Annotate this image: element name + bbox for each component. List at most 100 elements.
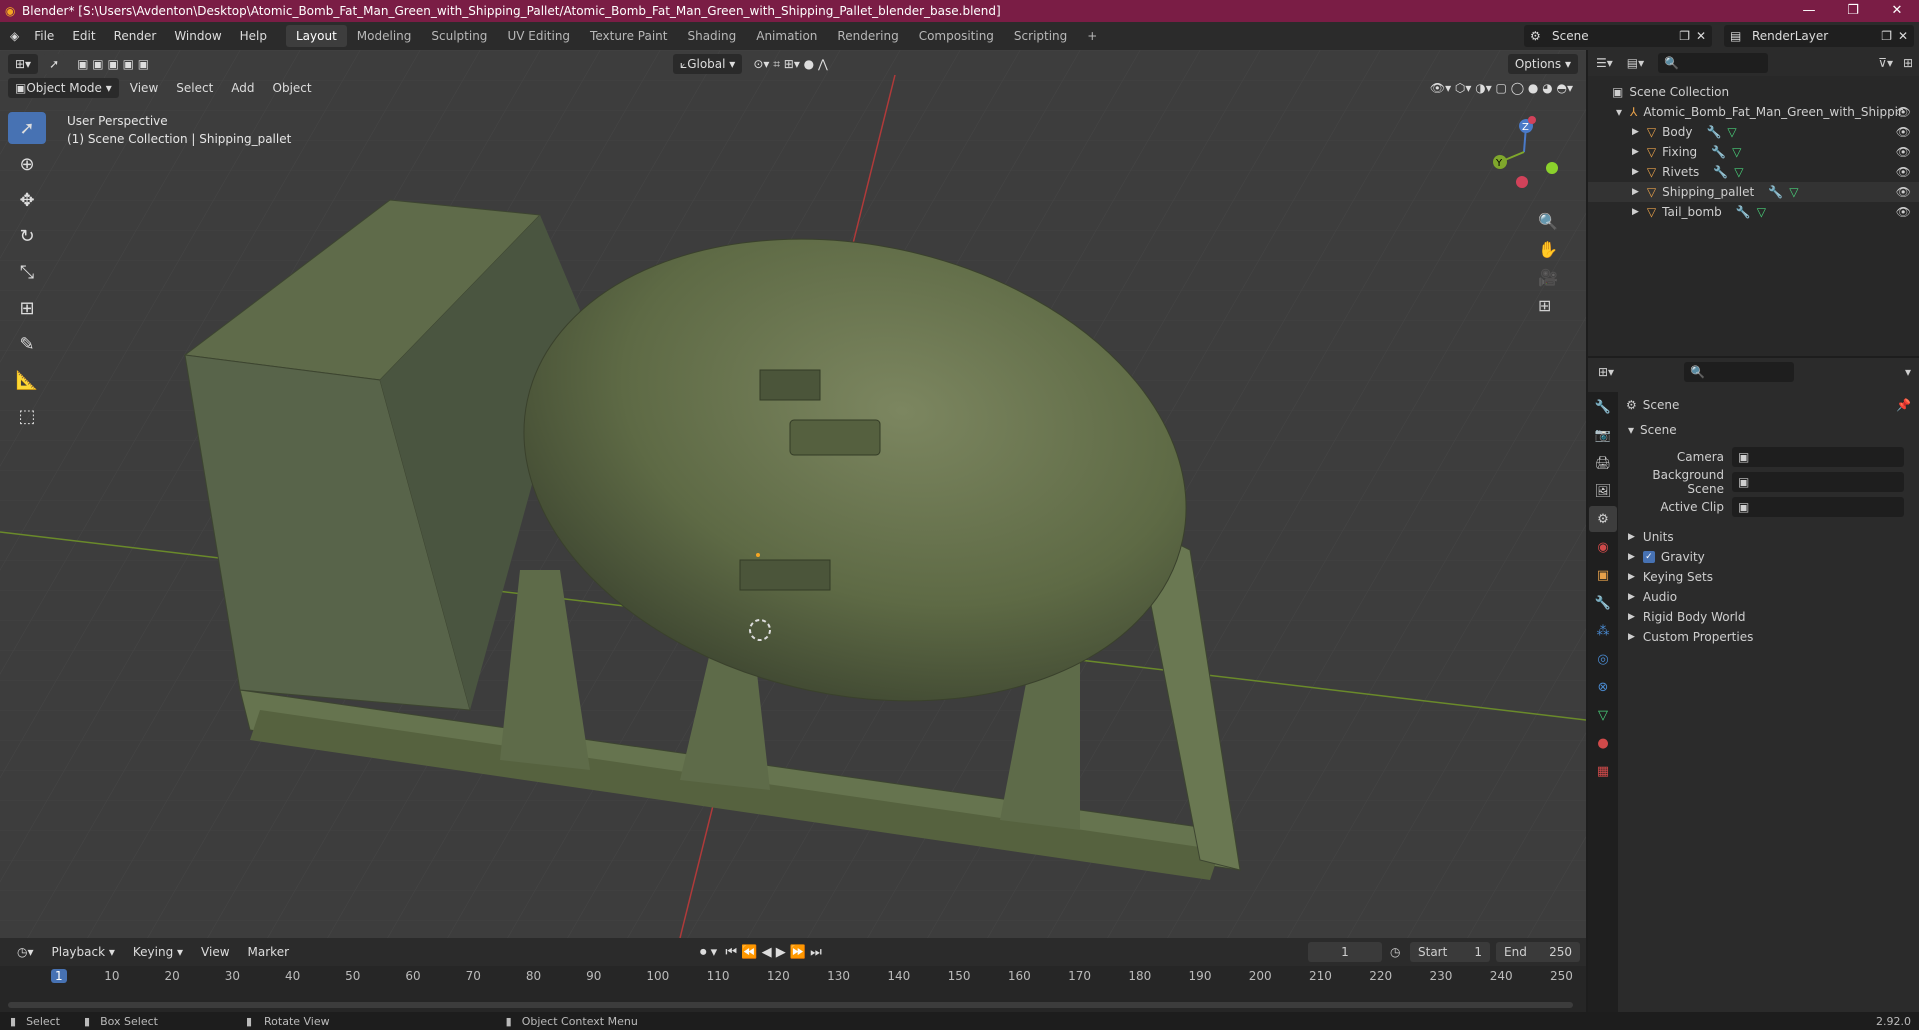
menu-window[interactable]: Window [165,29,230,43]
select-tool-button[interactable]: ➚ [42,54,67,74]
tab-rendering[interactable]: Rendering [827,25,908,47]
tab-scripting[interactable]: Scripting [1004,25,1077,47]
transform-tool-icon[interactable]: ⊞ [8,292,46,324]
start-frame-field[interactable]: Start 1 [1410,942,1490,962]
expand-arrow-icon[interactable]: ▾ [1616,105,1622,119]
annotate-tool-icon[interactable]: ✎ [8,328,46,360]
properties-section-header[interactable]: ▶ Audio [1622,587,1919,607]
outliner-object-row[interactable]: ▶ ▽ Body 🔧 ▽ 👁 [1588,122,1919,142]
viewport-menu-view[interactable]: View [123,78,165,98]
properties-section-header[interactable]: ▶ Custom Properties [1622,627,1919,647]
outliner-object-row[interactable]: ▶ ▽ Shipping_pallet 🔧 ▽ 👁 [1588,182,1919,202]
3d-viewport[interactable]: ⊞▾ ➚ ▣ ▣ ▣ ▣ ▣ ⟀ Global ▾ ⊙▾ ⌗ ⊞▾ ● ⋀ Op… [0,50,1586,938]
field-input[interactable]: ▣ [1732,497,1904,517]
tab-uv-editing[interactable]: UV Editing [497,25,580,47]
gizmo-x[interactable] [1528,116,1536,124]
output-tab-icon[interactable]: 🖨 [1589,450,1617,476]
tab-modeling[interactable]: Modeling [347,25,422,47]
close-button[interactable]: ✕ [1875,0,1919,22]
expand-arrow-icon[interactable]: ▶ [1632,127,1639,137]
menu-help[interactable]: Help [231,29,276,43]
transform-orientation-dropdown[interactable]: ⟀ Global ▾ [673,54,743,74]
material-tab-icon[interactable]: ● [1589,730,1617,756]
expand-arrow-icon[interactable]: ▶ [1632,187,1639,197]
visibility-eye-icon[interactable]: 👁 [1896,205,1911,219]
outliner-object-row[interactable]: ▶ ▽ Tail_bomb 🔧 ▽ 👁 [1588,202,1919,222]
visibility-eye-icon[interactable]: 👁 [1896,145,1911,159]
options-dropdown[interactable]: Options ▾ [1507,54,1578,74]
expand-arrow-icon[interactable]: ▶ [1632,147,1639,157]
constraints-tab-icon[interactable]: ⊗ [1589,674,1617,700]
outliner[interactable]: ☰▾ ▤▾ 🔍 ⊽▾ ⊞ ▣ Scene Collection ▾ ⅄ Atom… [1588,50,1919,356]
add-cube-tool-icon[interactable]: ⬚ [8,400,46,432]
frame-ruler[interactable]: 1 10 20 30 40 50 60 70 80 90 100 110 120 130 140 150 160… [0,966,1586,990]
selection-mode-icons[interactable]: ▣ ▣ ▣ ▣ ▣ [70,54,156,74]
outliner-editor-icon[interactable]: ☰▾ [1596,56,1613,70]
properties-section-header[interactable]: ▶ Rigid Body World [1622,607,1919,627]
ortho-toggle-icon[interactable]: ⊞ [1538,296,1551,315]
timeline-menu-playback[interactable]: Playback ▾ [45,942,122,962]
tab-animation[interactable]: Animation [746,25,827,47]
tab-shading[interactable]: Shading [677,25,746,47]
end-frame-field[interactable]: End 250 [1496,942,1580,962]
physics-tab-icon[interactable]: ◎ [1589,646,1617,672]
display-mode-icon[interactable]: ▤▾ [1627,56,1644,70]
axis-gizmo[interactable]: Z Y [1476,112,1586,192]
properties-options-icon[interactable]: ▾ [1905,365,1911,379]
blender-menu-icon[interactable]: ◈ [10,29,19,43]
timeline-menu-marker[interactable]: Marker [241,942,296,962]
view-layer-remove-icon[interactable]: ✕ [1898,29,1908,43]
pivot-snap-icons[interactable]: ⊙▾ ⌗ ⊞▾ ● ⋀ [746,54,835,74]
viewport-menu-select[interactable]: Select [169,78,220,98]
playback-controls[interactable]: ⏺ ▾ ⏮ ⏪ ◀ ▶ ⏩ ⏭ [700,945,822,960]
properties-editor[interactable]: ⊞▾ 🔍 ▾ 🔧 📷 🖨 🖼 ⚙ ◉ ▣ 🔧 ⁂ ◎ ⊗ ▽ ● ▦ ⚙ Sce… [1588,358,1919,1012]
measure-tool-icon[interactable]: 📐 [8,364,46,396]
move-tool-icon[interactable]: ✥ [8,184,46,216]
properties-search-input[interactable]: 🔍 [1684,362,1795,382]
gravity-checkbox[interactable]: ✓ [1642,551,1655,563]
expand-arrow-icon[interactable]: ▶ [1632,167,1639,177]
modifier-tab-icon[interactable]: 🔧 [1589,590,1617,616]
gizmo-x-negative[interactable] [1516,176,1528,188]
scene-copy-icon[interactable]: ❐ [1679,29,1690,43]
scale-tool-icon[interactable]: ⤡ [8,256,46,288]
rotate-tool-icon[interactable]: ↻ [8,220,46,252]
pan-hand-icon[interactable]: ✋ [1538,240,1558,259]
timeline-editor-icon[interactable]: ◷▾ [10,942,41,962]
timeline-editor[interactable]: ◷▾ Playback ▾ Keying ▾ View Marker ⏺ ▾ ⏮… [0,938,1586,1018]
menu-render[interactable]: Render [105,29,166,43]
outliner-search-input[interactable]: 🔍 [1658,53,1769,73]
properties-section-header[interactable]: ▶ ✓ Gravity [1622,547,1919,567]
outliner-collection-row[interactable]: ▾ ⅄ Atomic_Bomb_Fat_Man_Green_with_Shipp… [1588,102,1919,122]
tab-layout[interactable]: Layout [286,25,347,47]
camera-view-icon[interactable]: 🎥 [1538,268,1558,287]
menu-file[interactable]: File [25,29,63,43]
world-tab-icon[interactable]: ◉ [1589,534,1617,560]
viewport-menu-add[interactable]: Add [224,78,261,98]
auto-keying-icon[interactable]: ◷ [1390,945,1400,959]
outliner-object-row[interactable]: ▶ ▽ Fixing 🔧 ▽ 👁 [1588,142,1919,162]
timeline-scrollbar[interactable] [8,1002,1573,1008]
tool-tab-icon[interactable]: 🔧 [1589,394,1617,420]
properties-editor-icon[interactable]: ⊞▾ [1598,365,1614,379]
field-input[interactable]: ▣ [1732,472,1904,492]
outliner-object-row[interactable]: ▶ ▽ Rivets 🔧 ▽ 👁 [1588,162,1919,182]
viewport-menu-object[interactable]: Object [266,78,319,98]
minimize-button[interactable]: — [1787,0,1831,22]
tab-compositing[interactable]: Compositing [909,25,1004,47]
texture-tab-icon[interactable]: ▦ [1589,758,1617,784]
current-frame-field[interactable]: 1 [1308,942,1382,962]
visibility-eye-icon[interactable]: 👁 [1896,105,1911,119]
tab-sculpting[interactable]: Sculpting [421,25,497,47]
visibility-eye-icon[interactable]: 👁 [1896,185,1911,199]
particles-tab-icon[interactable]: ⁂ [1589,618,1617,644]
view-layer-copy-icon[interactable]: ❐ [1881,29,1892,43]
zoom-icon[interactable]: 🔍 [1538,212,1558,231]
scene-panel-header[interactable]: ▾ Scene [1622,418,1919,442]
scene-remove-icon[interactable]: ✕ [1696,29,1706,43]
view-layer-tab-icon[interactable]: 🖼 [1589,478,1617,504]
new-collection-icon[interactable]: ⊞ [1903,56,1913,70]
gizmo-y-negative[interactable] [1546,162,1558,174]
viewport-shading-icons[interactable]: 👁▾ ⬡▾ ◑▾ ▢ ◯ ● ◕ ◓▾ [1423,78,1580,98]
filter-icon[interactable]: ⊽▾ [1878,56,1893,70]
